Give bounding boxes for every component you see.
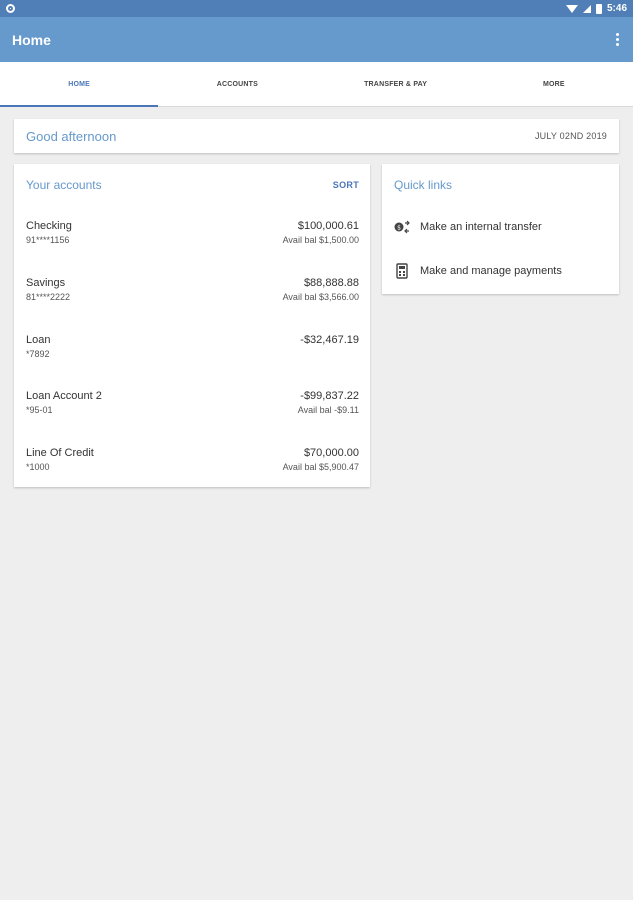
svg-text:$: $	[397, 225, 401, 232]
account-row-line-of-credit[interactable]: Line Of Credit *1000 $70,000.00 Avail ba…	[26, 447, 359, 479]
tab-accounts[interactable]: ACCOUNTS	[158, 62, 316, 106]
account-number: *95-01	[26, 405, 53, 415]
account-name: Loan Account 2	[26, 390, 102, 402]
account-name: Line Of Credit	[26, 447, 94, 459]
account-number: *7892	[26, 349, 50, 359]
quick-link-payments[interactable]: Make and manage payments	[394, 261, 609, 281]
account-name: Checking	[26, 220, 72, 232]
tab-transfer-pay[interactable]: TRANSFER & PAY	[317, 62, 475, 106]
wifi-icon	[565, 4, 578, 13]
account-name: Savings	[26, 277, 66, 289]
accounts-title: Your accounts	[26, 178, 102, 192]
accounts-card: Your accounts SORT Checking 91****1156 $…	[14, 164, 370, 487]
account-available: Avail bal $1,500.00	[282, 235, 359, 245]
account-number: 81****2222	[26, 292, 71, 302]
quick-link-internal-transfer[interactable]: $ Make an internal transfer	[394, 217, 609, 237]
account-name: Loan	[26, 334, 51, 346]
status-time: 5:46	[606, 3, 627, 14]
account-number: 91****1156	[26, 235, 70, 245]
page-title: Home	[12, 31, 51, 48]
status-bar: 5:46	[0, 0, 633, 17]
account-available: Avail bal $5,900.47	[282, 462, 359, 472]
tab-home[interactable]: HOME	[0, 62, 159, 107]
account-balance: $100,000.61	[297, 220, 359, 232]
tab-more[interactable]: MORE	[475, 62, 633, 106]
account-number: *1000	[26, 462, 50, 472]
account-balance: -$32,467.19	[300, 334, 359, 346]
quick-link-label: Make and manage payments	[420, 265, 562, 277]
signal-icon	[582, 4, 591, 13]
transfer-icon: $	[394, 219, 410, 235]
account-balance: -$99,837.22	[300, 390, 359, 402]
account-balance: $70,000.00	[303, 447, 359, 459]
account-available: Avail bal $3,566.00	[282, 292, 359, 302]
account-row-loan[interactable]: Loan *7892 -$32,467.19	[26, 334, 359, 366]
overflow-menu-icon[interactable]	[614, 29, 621, 50]
greeting-text: Good afternoon	[26, 128, 117, 144]
quick-links-card: Quick links $ Make an internal transfer …	[382, 164, 619, 294]
battery-icon	[595, 3, 602, 14]
payments-icon	[394, 263, 410, 279]
account-row-checking[interactable]: Checking 91****1156 $100,000.61 Avail ba…	[26, 220, 359, 252]
account-available: Avail bal -$9.11	[297, 405, 359, 415]
notification-icon	[6, 4, 15, 13]
date-text: JULY 02ND 2019	[534, 131, 607, 141]
account-row-loan-account-2[interactable]: Loan Account 2 *95-01 -$99,837.22 Avail …	[26, 390, 359, 422]
greeting-card: Good afternoon JULY 02ND 2019	[14, 119, 619, 153]
account-balance: $88,888.88	[303, 277, 359, 289]
account-row-savings[interactable]: Savings 81****2222 $88,888.88 Avail bal …	[26, 277, 359, 309]
app-bar: Home	[0, 17, 633, 62]
tab-bar: HOME ACCOUNTS TRANSFER & PAY MORE	[0, 62, 633, 107]
quick-links-title: Quick links	[394, 178, 453, 192]
sort-button[interactable]: SORT	[333, 180, 359, 190]
quick-link-label: Make an internal transfer	[420, 221, 542, 233]
